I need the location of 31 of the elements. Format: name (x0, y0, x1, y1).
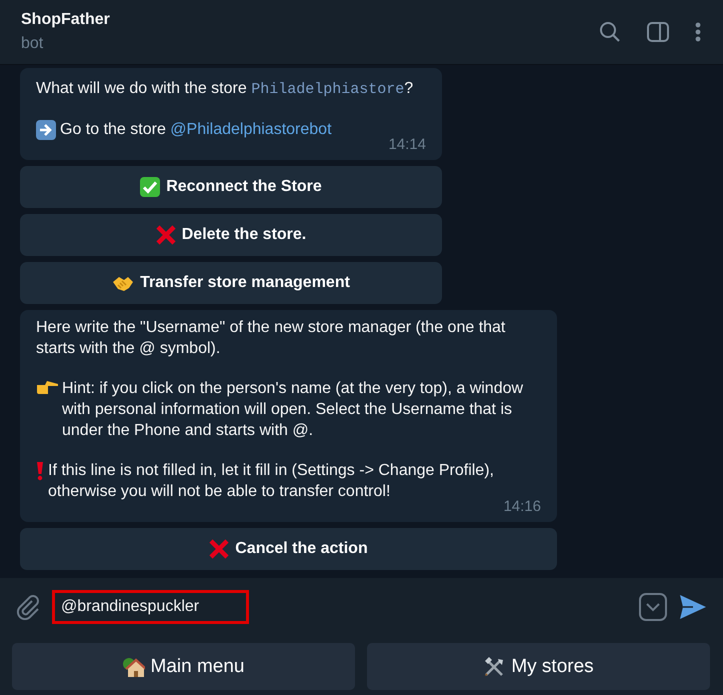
house-icon (122, 656, 144, 678)
check-icon (140, 177, 160, 197)
paperclip-icon[interactable] (16, 594, 40, 620)
keyboard-button[interactable]: My stores (367, 643, 710, 690)
more-icon[interactable] (695, 22, 701, 42)
handshake-icon (112, 274, 134, 292)
sidebar-toggle-icon[interactable] (647, 22, 669, 42)
bot-link[interactable]: @Philadelphiastorebot (170, 121, 332, 138)
cross-icon (156, 225, 176, 245)
pointing-hand-icon (36, 379, 58, 395)
message-time: 14:14 (388, 137, 426, 153)
inline-button[interactable]: Transfer store management (20, 262, 442, 304)
chat-subtitle: bot (21, 35, 44, 53)
inline-button[interactable]: Reconnect the Store (20, 166, 442, 208)
inline-button[interactable]: Delete the store. (20, 214, 442, 256)
message-text: Hint: if you click on the person's name (at the very top), a window with personal information will open. Select the Username that is under the Phone and starts with @. (62, 379, 524, 441)
send-icon[interactable] (679, 594, 707, 620)
message-text: If this line is not filled in, let it fill in (Settings -> Change Profile), otherwise you will not be able to transfer control! (48, 461, 495, 502)
keyboard-toggle-icon[interactable] (639, 593, 667, 621)
cross-icon (209, 539, 230, 559)
message-time: 14:16 (503, 499, 541, 515)
message-text: Go to the store @Philadelphiastorebot (60, 120, 332, 140)
tools-icon (483, 656, 506, 678)
message-text: Here write the "Username" of the new store manager (the one that starts with the @ symbol). (36, 318, 506, 359)
keyboard-button[interactable]: Main menu (12, 643, 355, 690)
chat-title: ShopFather (21, 11, 110, 29)
inline-button[interactable]: Cancel the action (20, 528, 557, 570)
message-input[interactable]: @brandinespuckler (52, 590, 249, 624)
message-text: What will we do with the store Philadelphiastore? (36, 79, 414, 100)
exclamation-icon (36, 461, 44, 481)
search-icon[interactable] (599, 21, 621, 43)
